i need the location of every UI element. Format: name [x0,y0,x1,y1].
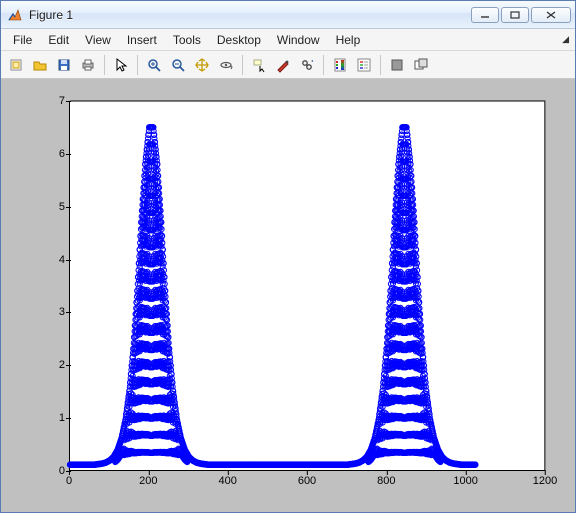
ytick: 0 [47,465,65,477]
pointer-button[interactable] [110,54,132,76]
matlab-icon [7,7,23,23]
xtick: 1000 [453,475,477,487]
menubar: FileEditViewInsertToolsDesktopWindowHelp… [1,29,575,51]
menu-insert[interactable]: Insert [119,29,165,50]
pointer-icon [113,57,129,73]
zoom-out-button[interactable] [167,54,189,76]
pan-button[interactable] [191,54,213,76]
maximize-button[interactable] [501,7,529,23]
toolbar-separator [137,55,138,75]
menu-view[interactable]: View [77,29,119,50]
ytick: 4 [47,254,65,266]
xtick: 1200 [533,475,557,487]
ytick: 2 [47,359,65,371]
menu-edit[interactable]: Edit [40,29,77,50]
brush-button[interactable] [272,54,294,76]
menu-desktop[interactable]: Desktop [209,29,269,50]
legend-button[interactable] [353,54,375,76]
rotate-3d-icon [218,57,234,73]
data-cursor-icon [251,57,267,73]
link-icon [299,57,315,73]
plot-series [70,101,545,470]
ytick: 7 [47,95,65,107]
figure-window: Figure 1 FileEditViewInsertToolsDesktopW… [0,0,576,513]
titlebar: Figure 1 [1,1,575,29]
zoom-in-icon [146,57,162,73]
xtick: 0 [66,475,72,487]
hide-tools-icon [389,57,405,73]
menu-help[interactable]: Help [328,29,369,50]
zoom-in-button[interactable] [143,54,165,76]
link-button[interactable] [296,54,318,76]
print-icon [80,57,96,73]
maximize-icon [510,11,520,19]
axes[interactable] [69,101,545,471]
save-icon [56,57,72,73]
menu-tools[interactable]: Tools [165,29,209,50]
toolbar-separator [323,55,324,75]
brush-icon [275,57,291,73]
ytick: 5 [47,201,65,213]
toolbar-separator [104,55,105,75]
xtick: 600 [298,475,316,487]
zoom-out-icon [170,57,186,73]
show-tools-button[interactable] [410,54,432,76]
close-icon [546,11,556,19]
ytick: 6 [47,148,65,160]
rotate-3d-button[interactable] [215,54,237,76]
colorbar-button[interactable] [329,54,351,76]
toolbar-separator [242,55,243,75]
legend-icon [356,57,372,73]
new-figure-button[interactable] [5,54,27,76]
ytick: 1 [47,412,65,424]
toolbar [1,51,575,79]
window-title: Figure 1 [29,8,465,22]
pan-icon [194,57,210,73]
hide-tools-button[interactable] [386,54,408,76]
new-figure-icon [8,57,24,73]
ytick: 3 [47,306,65,318]
xtick: 400 [218,475,236,487]
save-button[interactable] [53,54,75,76]
menu-file[interactable]: File [5,29,40,50]
xtick: 200 [139,475,157,487]
window-controls [471,7,571,23]
xtick: 800 [377,475,395,487]
dock-chevron-icon[interactable]: ◢ [562,29,569,50]
show-tools-icon [413,57,429,73]
minimize-icon [480,11,490,19]
figure-area: 0 1 2 3 4 5 6 7 0 200 400 600 800 1000 1200 [1,79,575,512]
data-cursor-button[interactable] [248,54,270,76]
colorbar-icon [332,57,348,73]
open-icon [32,57,48,73]
open-button[interactable] [29,54,51,76]
minimize-button[interactable] [471,7,499,23]
menu-window[interactable]: Window [269,29,328,50]
print-button[interactable] [77,54,99,76]
close-button[interactable] [531,7,571,23]
toolbar-separator [380,55,381,75]
